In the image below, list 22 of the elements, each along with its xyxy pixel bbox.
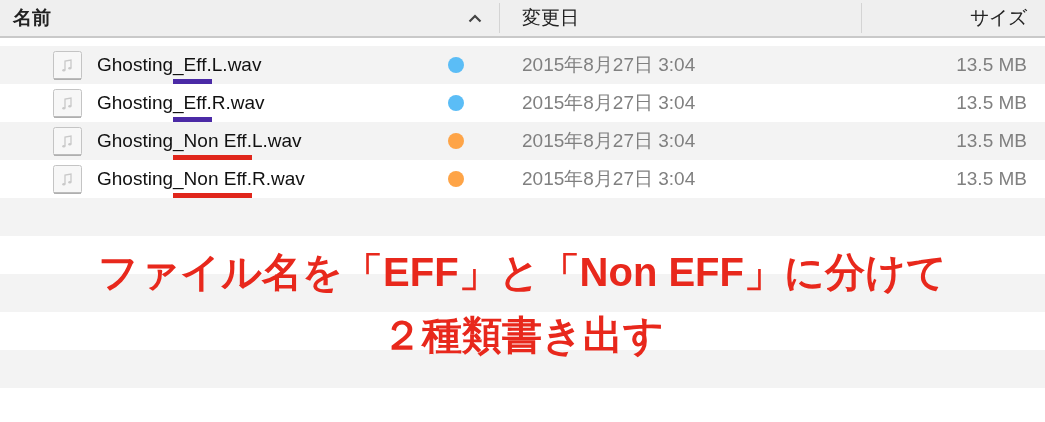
audio-file-icon bbox=[53, 50, 82, 80]
file-name[interactable]: Ghosting_Eff.R.wav bbox=[97, 91, 265, 113]
audio-file-icon bbox=[53, 88, 82, 118]
audio-file-icon bbox=[53, 164, 82, 194]
file-size: 13.5 MB bbox=[956, 53, 1027, 75]
modified-date: 2015年8月27日 3:04 bbox=[522, 167, 696, 189]
file-size: 13.5 MB bbox=[956, 91, 1027, 113]
modified-date: 2015年8月27日 3:04 bbox=[522, 53, 696, 75]
modified-date: 2015年8月27日 3:04 bbox=[522, 91, 696, 113]
modified-date: 2015年8月27日 3:04 bbox=[522, 129, 696, 151]
audio-file-icon bbox=[53, 126, 82, 156]
name-column-header[interactable]: 名前 bbox=[13, 3, 51, 33]
file-name[interactable]: Ghosting_Non Eff.R.wav bbox=[97, 167, 305, 189]
file-size: 13.5 MB bbox=[956, 129, 1027, 151]
date-column-header[interactable]: 変更日 bbox=[522, 3, 579, 33]
annotation-text: ２種類書き出す bbox=[381, 312, 664, 359]
file-size: 13.5 MB bbox=[956, 167, 1027, 189]
sort-ascending-icon[interactable] bbox=[468, 13, 482, 23]
annotation-text: ファイル名を「EFF」と「Non EFF」に分けて bbox=[98, 249, 947, 296]
file-name[interactable]: Ghosting_Eff.L.wav bbox=[97, 53, 262, 75]
size-column-header[interactable]: サイズ bbox=[970, 3, 1027, 33]
file-name[interactable]: Ghosting_Non Eff.L.wav bbox=[97, 129, 302, 151]
